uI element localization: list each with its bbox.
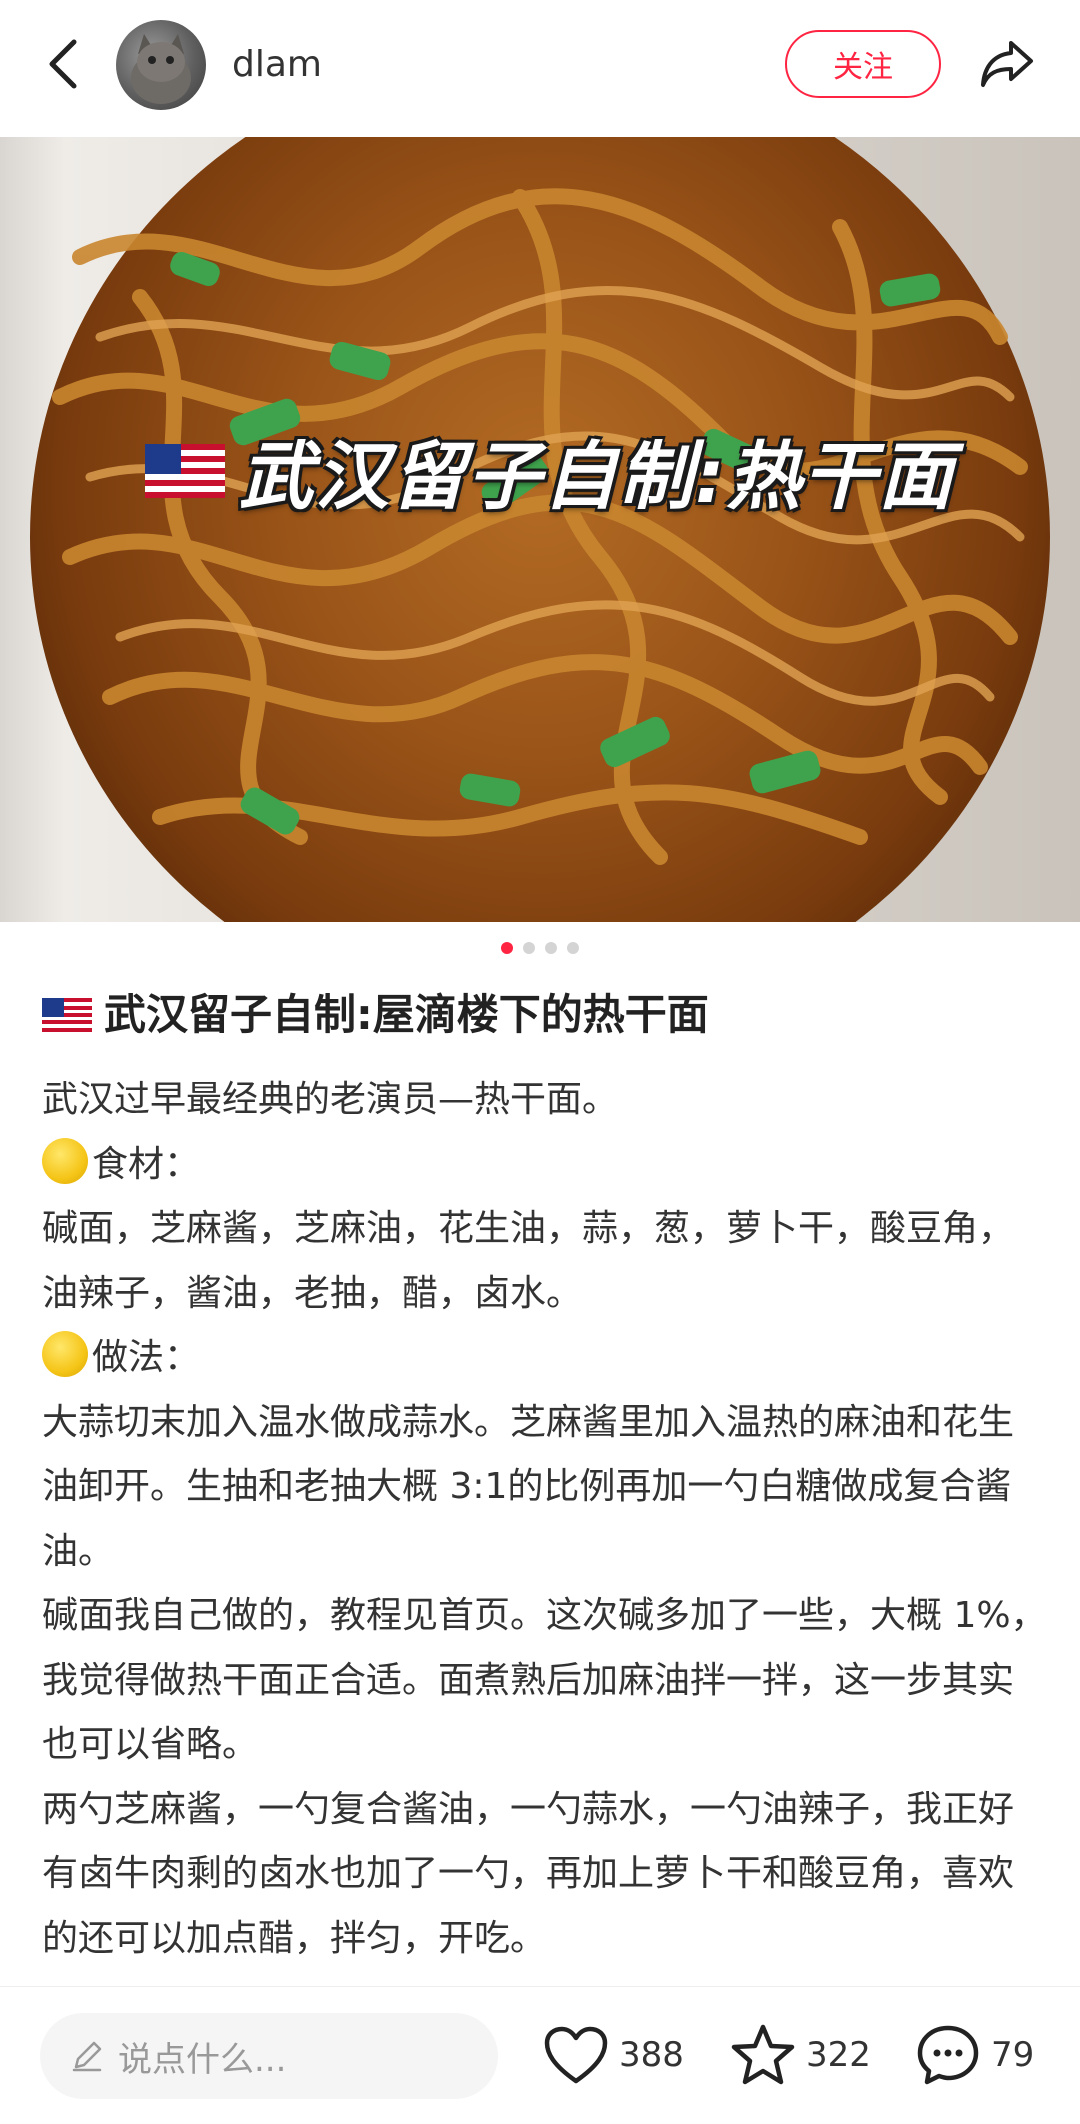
carousel-dot	[545, 942, 557, 954]
section-header-ingredients: 食材：	[42, 1133, 1047, 1198]
noodle-texture	[52, 188, 1028, 865]
comment-bubble-icon	[917, 2025, 979, 2085]
star-icon	[731, 2024, 795, 2085]
carousel-indicator	[0, 942, 1080, 954]
comment-input[interactable]: 说点什么...	[40, 2013, 498, 2099]
post-paragraph: 碱面我自己做的，教程见首页。这次碱多加了一些，大概 1%，我觉得做热干面正合适。…	[42, 1595, 1047, 1765]
post-paragraph: 武汉过早最经典的老演员—热干面。	[42, 1079, 619, 1120]
section-header-method: 做法：	[42, 1326, 1047, 1391]
favorite-count: 322	[806, 2035, 871, 2075]
pencil-icon	[72, 2041, 102, 2072]
section-label: 食材：	[92, 1143, 201, 1185]
post-paragraph: 碱面，芝麻酱，芝麻油，花生油，蒜，葱，萝卜干，酸豆角，油辣子，酱油，老抽，醋，卤…	[42, 1208, 1015, 1314]
bottom-action-bar: 说点什么... 388 322 79	[0, 1986, 1080, 2124]
post-image-carousel[interactable]: 武汉留子自制:热干面	[0, 137, 1080, 922]
post-paragraph: 大蒜切末加入温水做成蒜水。芝麻酱里加入温热的麻油和花生油卸开。生抽和老抽大概 3…	[42, 1401, 1015, 1572]
like-button[interactable]: 388	[543, 2015, 684, 2095]
chevron-left-icon	[49, 39, 77, 89]
post-title-text: 武汉留子自制:屋滴楼下的热干面	[104, 990, 709, 1039]
carousel-dot	[523, 942, 535, 954]
post-paragraph: 两勺芝麻酱，一勺复合酱油，一勺蒜水，一勺油辣子，我正好有卤牛肉剩的卤水也加了一勺…	[42, 1788, 1015, 1959]
comment-button[interactable]: 79	[915, 2015, 1034, 2095]
top-nav-bar: dlam 关注	[0, 0, 1080, 137]
yellow-circle-icon	[42, 1137, 88, 1184]
post-title: 武汉留子自制:屋滴楼下的热干面	[42, 985, 1042, 1045]
yellow-circle-icon	[42, 1331, 88, 1377]
share-button[interactable]	[975, 34, 1039, 94]
back-button[interactable]	[38, 30, 88, 98]
avatar[interactable]	[116, 20, 206, 110]
us-flag-icon	[42, 998, 92, 1032]
comment-placeholder: 说点什么...	[118, 2039, 287, 2080]
favorite-button[interactable]: 322	[730, 2015, 871, 2095]
cat-avatar-image	[131, 34, 191, 104]
share-icon	[981, 41, 1033, 87]
post-body: 武汉过早最经典的老演员—热干面。 食材： 碱面，芝麻酱，芝麻油，花生油，蒜，葱，…	[42, 1068, 1047, 1971]
section-label: 做法：	[92, 1337, 201, 1378]
overlay-title-text: 武汉留子自制:热干面	[239, 434, 955, 520]
comment-count: 79	[991, 2035, 1035, 2075]
heart-icon	[544, 2026, 608, 2084]
us-flag-icon	[145, 443, 225, 498]
like-count: 388	[619, 2035, 684, 2075]
image-overlay-title: 武汉留子自制:热干面	[145, 417, 955, 524]
carousel-dot-active	[501, 942, 513, 954]
username[interactable]: dlam	[232, 38, 322, 92]
follow-button[interactable]: 关注	[785, 30, 941, 98]
carousel-dot	[567, 942, 579, 954]
